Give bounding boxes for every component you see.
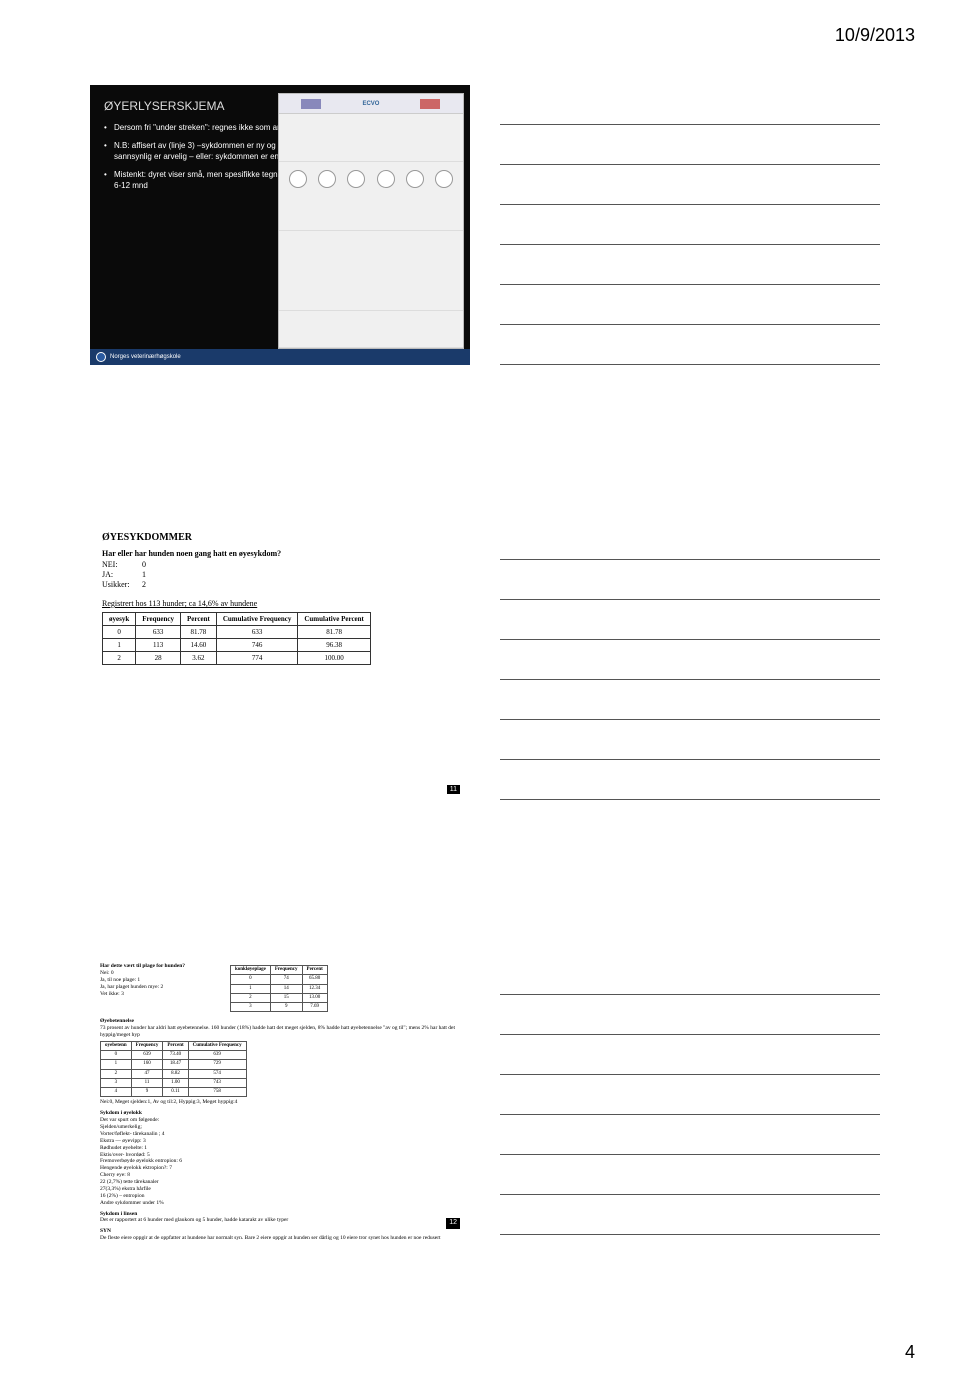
oyebet-key: Nei:0, Meget sjelden:1, Av og til:2, Hyp… — [100, 1099, 460, 1106]
plage-row: Vet ikke: 3 — [100, 991, 230, 998]
oyelokk-intro: Det var spurt om følgende: — [100, 1117, 460, 1124]
rasen-title: Sykdom i linsen — [100, 1211, 460, 1218]
eye-diagram-icon — [347, 170, 365, 188]
summary-line: Andre sykdommer under 1% — [100, 1200, 460, 1207]
list-item: Rødhudet øyehelte: 1 — [100, 1145, 460, 1152]
list-item: Ekstra — øyevipp: 3 — [100, 1138, 460, 1145]
slide-page-num: 11 — [447, 785, 460, 794]
answer-row: NEI:0 — [102, 560, 458, 569]
slide-11-heading: ØYESYKDOMMER — [102, 532, 458, 543]
page-number: 4 — [905, 1342, 915, 1363]
eye-diagram-icon — [289, 170, 307, 188]
ecvo-logo-text: ECVO — [362, 101, 379, 107]
answer-row: Usikker:2 — [102, 580, 458, 589]
syn-text: De fleste eiere oppgir at de oppfatter a… — [100, 1235, 460, 1242]
form-logo-icon — [301, 99, 321, 109]
slide-11-question: Har eller har hunden noen gang hatt en ø… — [102, 549, 458, 558]
eye-diagram-icon — [435, 170, 453, 188]
plage-question: Har dette vært til plage for hunden? — [100, 963, 230, 970]
eye-diagram-icon — [318, 170, 336, 188]
list-item: Hengende øyelokk ektropion?: 7 — [100, 1165, 460, 1172]
notes-lines — [500, 955, 880, 1235]
list-item: Ektis/over- hvordød: 5 — [100, 1152, 460, 1159]
eye-diagram-icon — [377, 170, 395, 188]
plage-row: Ja, har plaget hunden mye: 2 — [100, 984, 230, 991]
footer-logo-icon — [96, 352, 106, 362]
summary-line: 27(3,3%) ekstra hårfile — [100, 1186, 460, 1193]
slide-10: ØYERLYSERSKJEMA Dersom fri "under streke… — [90, 85, 470, 365]
list-item: Fremoverbøyde øyelokk entropion: 6 — [100, 1158, 460, 1165]
page-date: 10/9/2013 — [835, 25, 915, 46]
summary-line: 22 (2,7%) tette tårekanaler — [100, 1179, 460, 1186]
plage-row: Nei: 0 — [100, 970, 230, 977]
oyebet-text: 73 prosent av hunder har aldri hatt øyeb… — [100, 1025, 460, 1039]
notes-lines — [500, 85, 880, 365]
answer-row: JA:1 — [102, 570, 458, 579]
slide-11: ØYESYKDOMMER Har eller har hunden noen g… — [90, 520, 470, 800]
notes-lines — [500, 520, 880, 800]
summary-line: 16 (2%) – entropion — [100, 1193, 460, 1200]
slide-footer: Norges veterinærhøgskole — [90, 349, 470, 365]
frequency-table: øyesyk Frequency Percent Cumulative Freq… — [102, 612, 371, 665]
rasen-text: Det er rapportert at 6 hunder med glauko… — [100, 1217, 460, 1224]
form-emblem-icon — [420, 99, 440, 109]
oyebet-table: oyebetennFrequencyPercentCumulative Freq… — [100, 1041, 247, 1098]
registered-line: Registrert hos 113 hunder; ca 14,6% av h… — [102, 599, 458, 608]
list-item: Cherry eye: 8 — [100, 1172, 460, 1179]
list-item: Vorter/føflekt- tårekanalin ; 4 — [100, 1131, 460, 1138]
list-item: Sjelden/umerkelig; — [100, 1124, 460, 1131]
ecvo-form-image: ECVO — [278, 93, 464, 349]
slide-12: Har dette vært til plage for hunden? Nei… — [90, 955, 470, 1235]
slide-page-num: 12 — [446, 1218, 460, 1229]
footer-text: Norges veterinærhøgskole — [110, 354, 181, 360]
plage-table: konkløyeplageFrequencyPercent 07465.80 1… — [230, 965, 328, 1012]
plage-row: Ja, til noe plage: 1 — [100, 977, 230, 984]
eye-diagram-icon — [406, 170, 424, 188]
